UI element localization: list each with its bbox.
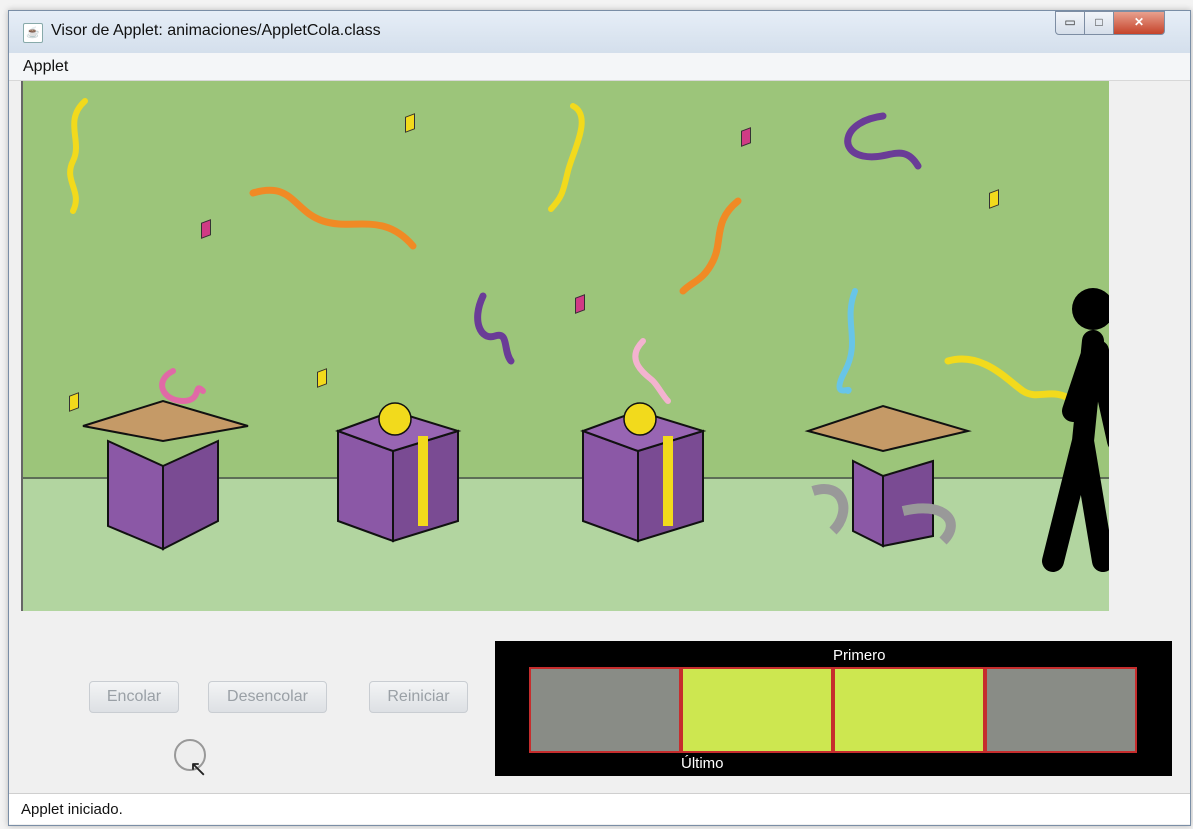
applet-viewer-window: ☕ Visor de Applet: animaciones/AppletCol… — [8, 10, 1191, 826]
streamer-orange-2 — [679, 197, 742, 295]
scene-decorations — [67, 98, 1109, 572]
streamer-purple-2 — [474, 292, 515, 365]
streamer-yellow-3 — [944, 355, 1077, 405]
reiniciar-button[interactable]: Reiniciar — [369, 681, 468, 713]
menu-bar: Applet — [9, 53, 1190, 81]
streamer-yellow-2 — [548, 103, 585, 212]
queue-cell — [985, 667, 1137, 753]
status-bar: Applet iniciado. — [9, 793, 1190, 824]
queue-cell — [833, 667, 985, 753]
queue-cell — [529, 667, 681, 753]
controls-panel: Encolar Desencolar Reiniciar ↖ Primero Ú… — [9, 611, 1190, 801]
streamer-blue — [836, 288, 858, 394]
gift-1-box — [107, 439, 164, 551]
person-head — [1072, 288, 1109, 330]
streamer-yellow-1 — [67, 98, 88, 214]
gift-2-bow — [378, 402, 412, 436]
queue-panel: Primero Último — [495, 641, 1172, 776]
close-button[interactable]: ✕ — [1113, 11, 1165, 35]
title-bar: ☕ Visor de Applet: animaciones/AppletCol… — [9, 11, 1190, 53]
encolar-button[interactable]: Encolar — [89, 681, 179, 713]
gift-1-flap — [82, 399, 249, 443]
mouse-cursor-icon: ↖ — [189, 756, 208, 781]
gift-3-bow — [623, 402, 657, 436]
queue-last-label: Último — [681, 755, 724, 772]
gift-4-flap — [804, 404, 972, 453]
queue-cell — [681, 667, 833, 753]
desencolar-button[interactable]: Desencolar — [208, 681, 327, 713]
queue-first-label: Primero — [833, 647, 886, 664]
streamer-pink-1 — [159, 368, 206, 405]
window-title: Visor de Applet: animaciones/AppletCola.… — [51, 22, 381, 39]
java-app-icon: ☕ — [23, 23, 43, 43]
animation-canvas — [21, 81, 1109, 611]
status-text: Applet iniciado. — [21, 801, 123, 818]
streamer-pink-2 — [632, 338, 671, 404]
person-body — [1042, 330, 1109, 572]
minimize-button[interactable]: ▭ — [1055, 11, 1085, 35]
gift-4-box — [852, 459, 884, 548]
streamer-orange-1 — [249, 186, 417, 250]
menu-applet[interactable]: Applet — [23, 58, 68, 76]
maximize-button[interactable]: □ — [1084, 11, 1114, 35]
streamer-purple-1 — [844, 112, 922, 170]
